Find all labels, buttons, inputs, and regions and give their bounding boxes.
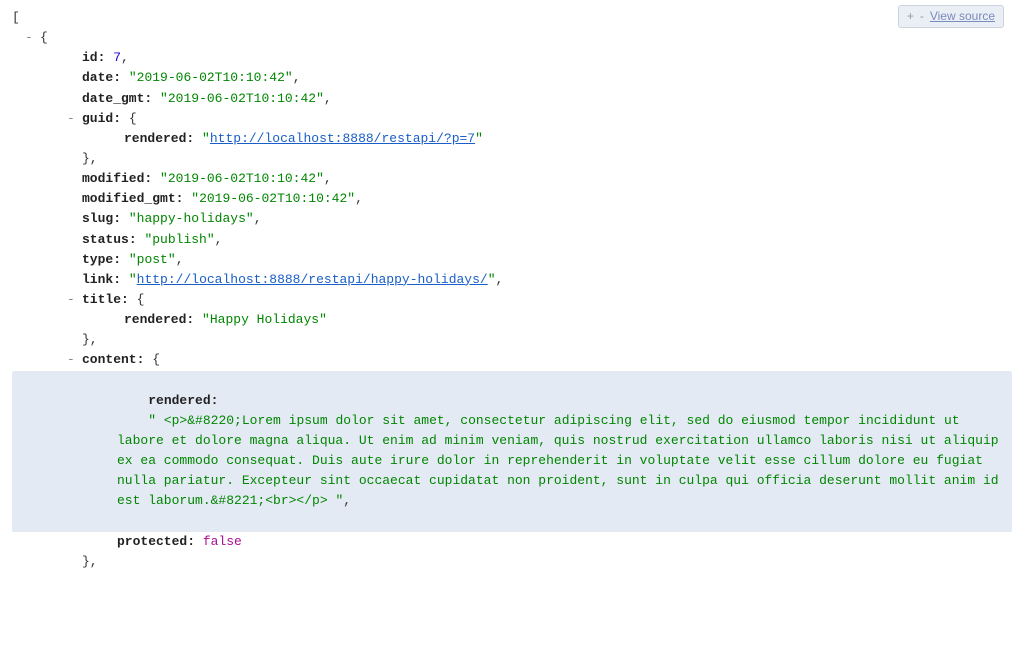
json-row-date: date: "2019-06-02T10:10:42", xyxy=(12,68,1012,88)
json-row-content: - content: { xyxy=(12,350,1012,370)
collapse-toggle[interactable]: - xyxy=(25,28,33,48)
guid-link[interactable]: http://localhost:8888/restapi/?p=7 xyxy=(210,131,475,146)
collapse-toggle[interactable]: - xyxy=(67,290,75,310)
json-row-title-rendered: rendered: "Happy Holidays" xyxy=(12,310,1012,330)
json-row-id: id: 7, xyxy=(12,48,1012,68)
json-array-open: [ xyxy=(12,8,1012,28)
json-row-guid-rendered: rendered: "http://localhost:8888/restapi… xyxy=(12,129,1012,149)
json-row-title: - title: { xyxy=(12,290,1012,310)
json-row-guid: - guid: { xyxy=(12,109,1012,129)
json-row-protected: protected: false xyxy=(12,532,1012,552)
json-row-slug: slug: "happy-holidays", xyxy=(12,209,1012,229)
json-row-content-rendered-highlight: rendered: " <p>&#8220;Lorem ipsum dolor … xyxy=(12,371,1012,532)
collapse-toggle[interactable]: - xyxy=(67,350,75,370)
json-row-modified: modified: "2019-06-02T10:10:42", xyxy=(12,169,1012,189)
post-link[interactable]: http://localhost:8888/restapi/happy-holi… xyxy=(137,272,488,287)
json-row-link: link: "http://localhost:8888/restapi/hap… xyxy=(12,270,1012,290)
json-row-date-gmt: date_gmt: "2019-06-02T10:10:42", xyxy=(12,89,1012,109)
json-row-content-rendered: rendered: " <p>&#8220;Lorem ipsum dolor … xyxy=(12,371,1006,532)
json-viewer-toolbar: + - View source xyxy=(898,5,1004,28)
expand-all-button[interactable]: + xyxy=(907,7,914,26)
json-close-brace: }, xyxy=(12,330,1012,350)
collapse-toggle[interactable]: - xyxy=(67,109,75,129)
json-object-open: - { xyxy=(12,28,1012,48)
json-close-brace: }, xyxy=(12,552,1012,572)
json-row-type: type: "post", xyxy=(12,250,1012,270)
json-row-status: status: "publish", xyxy=(12,230,1012,250)
view-source-link[interactable]: View source xyxy=(930,7,995,26)
json-row-modified-gmt: modified_gmt: "2019-06-02T10:10:42", xyxy=(12,189,1012,209)
collapse-all-button[interactable]: - xyxy=(920,7,924,26)
json-close-brace: }, xyxy=(12,149,1012,169)
